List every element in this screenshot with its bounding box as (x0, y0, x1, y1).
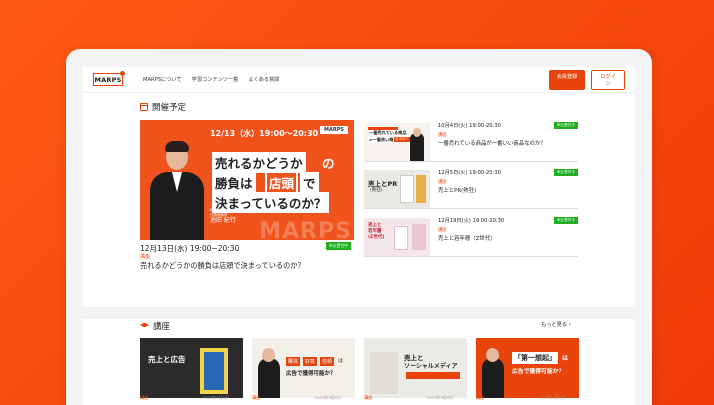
courses-heading: 講座 (140, 320, 170, 332)
event-date: 12月5日(火) 19:00-20:30 (438, 170, 501, 176)
course-date: 2023年9月6日 (315, 395, 341, 400)
nav-faq[interactable]: よくある質問 (248, 76, 279, 83)
course-thumb-title: 「第一想起」 (512, 352, 558, 364)
course-category: 講座 (140, 395, 149, 400)
course-thumb-title: ソーシャルメディア (404, 363, 458, 370)
course-category: 講座 (252, 395, 261, 400)
site-logo[interactable]: MARPS (93, 71, 125, 86)
banner-watermark: MARPS (259, 219, 352, 240)
upcoming-title: 開催予定 (152, 103, 187, 113)
featured-category: 講座 (140, 254, 151, 260)
event-title: 売上とPR(熱狂) (438, 188, 477, 194)
speaker-hair (165, 141, 189, 152)
banner-line-4: 店頭 (265, 171, 299, 194)
course-thumb-word: 好意 (303, 357, 318, 366)
courses-title: 講座 (153, 322, 171, 332)
event-list-item[interactable]: 売上とPR (熱狂) 12月5日(火) 19:00-20:30 申込受付中 講座… (364, 167, 578, 209)
nav-about[interactable]: MARPSについて (143, 76, 182, 83)
course-date: 2023年9月6日 (427, 395, 453, 400)
course-card[interactable]: 売上と ソーシャルメディア (364, 338, 467, 398)
event-list-item[interactable]: 一番売れている商品 =一番良い商品 なのか？ 10月4日(火) 19:00-20… (364, 120, 578, 162)
featured-date: 12月13日(水) 19:00~20:30 (140, 244, 240, 253)
banner-line-5: で (300, 172, 319, 193)
chevron-right-icon: › (568, 322, 571, 328)
page-screen: MARPS MARPSについて 学習コンテンツ一覧 よくある質問 会員登録 ログ… (83, 67, 635, 405)
speaker-photo (148, 138, 206, 240)
course-card[interactable]: 売上と広告 (140, 338, 243, 398)
event-status-badge: 申込受付中 (554, 169, 578, 176)
banner-date: 12/13（水）19:00〜20:30 (210, 129, 319, 138)
banner-logo: MARPS (320, 126, 348, 134)
event-thumbnail: 一番売れている商品 =一番良い商品 なのか？ (364, 123, 430, 161)
event-list-item[interactable]: 売上と 若年層 (Z世代) 12月19日(火) 19:00-20:30 申込受付… (364, 215, 578, 257)
logo-dot-icon (120, 71, 125, 76)
graduation-cap-icon (140, 322, 149, 328)
event-date: 12月19日(火) 19:00-20:30 (438, 218, 505, 224)
thumb-line: (熱狂) (370, 188, 383, 193)
thumb-line: (Z世代) (368, 235, 385, 240)
featured-event-banner[interactable]: 12/13（水）19:00〜20:30 MARPS 売れるかどうか の 勝負は … (140, 120, 354, 240)
course-thumb-word: 信頼 (320, 357, 335, 366)
course-date: 2023年9月6日 (203, 395, 229, 400)
course-category: 講座 (364, 395, 373, 400)
thumb-line: 一番売れている商品 (368, 130, 408, 136)
upcoming-heading: 開催予定 (140, 101, 186, 113)
site-header: MARPS MARPSについて 学習コンテンツ一覧 よくある質問 会員登録 ログ… (83, 67, 635, 93)
see-more-link[interactable]: もっと見る › (541, 321, 571, 328)
nav-contents[interactable]: 学習コンテンツ一覧 (192, 76, 239, 83)
logo-text: MARPS (94, 75, 122, 84)
event-category: 講座 (438, 180, 447, 185)
banner-line-1: 売れるかどうか (212, 152, 306, 173)
thumb-text: 売上と 若年層 (Z世代) (368, 223, 384, 241)
event-category: 講座 (438, 228, 447, 233)
course-thumb-word: 購買 (286, 357, 301, 366)
event-thumbnail: 売上と 若年層 (Z世代) (364, 218, 430, 256)
event-title: 売上と若年層（Z世代） (438, 236, 496, 242)
browser-frame: MARPS MARPSについて 学習コンテンツ一覧 よくある質問 会員登録 ログ… (66, 49, 652, 405)
banner-line-3: 勝負は (212, 172, 256, 193)
section-divider (83, 307, 635, 319)
event-status-badge: 申込受付中 (554, 122, 578, 129)
event-title: 一番売れている商品が一番いい商品なのか？ (438, 141, 546, 147)
course-category: 講座 (476, 395, 485, 400)
featured-status-badge: 申込受付中 (326, 242, 351, 250)
banner-line-2: の (322, 156, 335, 171)
thumb-line: なのか？ (394, 137, 411, 142)
course-thumb-title: 売上と広告 (148, 355, 186, 364)
main-nav: MARPSについて 学習コンテンツ一覧 よくある質問 (143, 76, 280, 83)
course-thumb-word: は (338, 358, 344, 364)
course-thumb-title: 広告で獲得可能か？ (286, 371, 336, 377)
register-button[interactable]: 会員登録 (549, 69, 585, 90)
course-card[interactable]: 「第一想起」 は 広告で獲得可能か？ (476, 338, 579, 398)
login-button[interactable]: ログイン (591, 69, 625, 90)
course-card[interactable]: 購買 好意 信頼 は 広告で獲得可能か？ (252, 338, 355, 398)
calendar-icon (140, 103, 148, 111)
featured-title[interactable]: 売れるかどうかの勝負は店頭で決まっているのか？ (140, 261, 305, 271)
course-date: 2023年9月6日 (539, 395, 565, 400)
header-buttons: 会員登録 ログイン (549, 69, 625, 90)
event-category: 講座 (438, 133, 447, 138)
event-date: 10月4日(火) 19:00-20:30 (438, 123, 501, 129)
course-thumb-title: 広告で獲得可能か？ (512, 369, 565, 375)
event-status-badge: 申込受付中 (554, 217, 578, 224)
event-thumbnail: 売上とPR (熱狂) (364, 170, 430, 208)
see-more-label: もっと見る (541, 322, 567, 328)
course-thumb-word: は (562, 355, 569, 362)
